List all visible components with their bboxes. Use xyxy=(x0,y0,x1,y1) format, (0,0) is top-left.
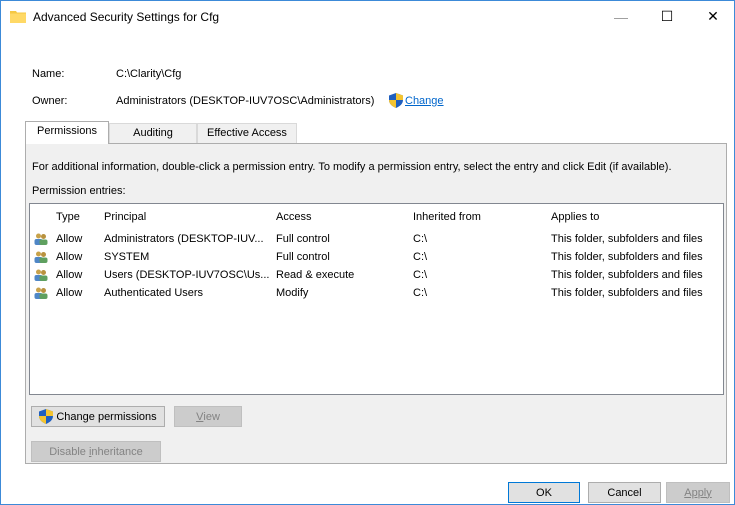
owner-label: Owner: xyxy=(32,95,68,107)
ok-label: OK xyxy=(536,486,552,499)
table-row[interactable]: Allow SYSTEM Full control C:\ This folde… xyxy=(30,249,723,267)
view-button[interactable]: View xyxy=(174,406,242,427)
tab-permissions-label: Permissions xyxy=(37,125,97,137)
cell-type: Allow xyxy=(56,251,83,263)
table-row[interactable]: Allow Administrators (DESKTOP-IUV... Ful… xyxy=(30,231,723,249)
change-permissions-label: Change permissions xyxy=(56,410,157,423)
view-label-rest: iew xyxy=(203,410,220,423)
permission-entries-label: Permission entries: xyxy=(32,185,126,197)
table-row[interactable]: Allow Authenticated Users Modify C:\ Thi… xyxy=(30,285,723,303)
column-header-principal[interactable]: Principal xyxy=(104,211,146,223)
column-header-access[interactable]: Access xyxy=(276,211,311,223)
cell-access: Full control xyxy=(276,233,330,245)
cell-access: Modify xyxy=(276,287,309,299)
cell-principal: Administrators (DESKTOP-IUV... xyxy=(104,233,264,245)
tab-auditing-label: Auditing xyxy=(133,127,173,139)
cell-inherited-from: C:\ xyxy=(413,233,428,245)
cell-principal: SYSTEM xyxy=(104,251,150,263)
cell-type: Allow xyxy=(56,233,83,245)
column-header-type[interactable]: Type xyxy=(56,211,80,223)
apply-button[interactable]: Apply xyxy=(666,482,730,503)
cell-type: Allow xyxy=(56,269,83,281)
table-row[interactable]: Allow Users (DESKTOP-IUV7OSC\Us... Read … xyxy=(30,267,723,285)
cancel-button[interactable]: Cancel xyxy=(588,482,661,503)
users-icon xyxy=(34,251,48,263)
cell-inherited-from: C:\ xyxy=(413,251,428,263)
cell-principal: Users (DESKTOP-IUV7OSC\Us... xyxy=(104,269,270,281)
close-button[interactable]: ✕ xyxy=(690,1,735,32)
column-header-applies-to[interactable]: Applies to xyxy=(551,211,599,223)
change-owner-link[interactable]: Change xyxy=(405,95,444,107)
maximize-button[interactable]: ☐ xyxy=(644,1,690,32)
uac-shield-icon xyxy=(389,93,403,108)
name-value: C:\Clarity\Cfg xyxy=(116,68,182,80)
folder-icon xyxy=(10,11,26,23)
cell-inherited-from: C:\ xyxy=(413,269,428,281)
column-header-inherited-from[interactable]: Inherited from xyxy=(413,211,481,223)
security-settings-window: Advanced Security Settings for Cfg — ☐ ✕… xyxy=(0,0,735,505)
disable-inheritance-label-pre: Disable xyxy=(49,445,89,458)
tab-effective-access[interactable]: Effective Access xyxy=(197,123,297,143)
disable-inheritance-button[interactable]: Disable i nheritance xyxy=(31,441,161,462)
info-text: For additional information, double-click… xyxy=(32,161,672,173)
tab-auditing[interactable]: Auditing xyxy=(109,123,197,143)
cell-access: Full control xyxy=(276,251,330,263)
disable-inheritance-label-post: nheritance xyxy=(91,445,143,458)
minimize-button[interactable]: — xyxy=(598,1,644,32)
title-bar[interactable]: Advanced Security Settings for Cfg — ☐ ✕ xyxy=(1,1,734,32)
change-permissions-button[interactable]: Change permissions xyxy=(31,406,165,427)
cell-applies-to: This folder, subfolders and files xyxy=(551,233,703,245)
cell-applies-to: This folder, subfolders and files xyxy=(551,251,703,263)
name-label: Name: xyxy=(32,68,65,80)
users-icon xyxy=(34,287,48,299)
permission-entries-list[interactable]: Type Principal Access Inherited from App… xyxy=(29,203,724,395)
cancel-label: Cancel xyxy=(607,486,642,499)
cell-applies-to: This folder, subfolders and files xyxy=(551,287,703,299)
cell-type: Allow xyxy=(56,287,83,299)
view-label-mnemonic: V xyxy=(196,410,204,423)
owner-value: Administrators (DESKTOP-IUV7OSC\Administ… xyxy=(116,95,375,107)
tab-effective-access-label: Effective Access xyxy=(207,127,287,139)
cell-principal: Authenticated Users xyxy=(104,287,204,299)
tab-permissions[interactable]: Permissions xyxy=(25,121,109,144)
apply-label: Apply xyxy=(684,486,712,499)
uac-shield-icon xyxy=(39,409,54,424)
users-icon xyxy=(34,233,48,245)
cell-inherited-from: C:\ xyxy=(413,287,428,299)
cell-access: Read & execute xyxy=(276,269,355,281)
cell-applies-to: This folder, subfolders and files xyxy=(551,269,703,281)
users-icon xyxy=(34,269,48,281)
ok-button[interactable]: OK xyxy=(508,482,580,503)
window-title: Advanced Security Settings for Cfg xyxy=(33,10,220,24)
